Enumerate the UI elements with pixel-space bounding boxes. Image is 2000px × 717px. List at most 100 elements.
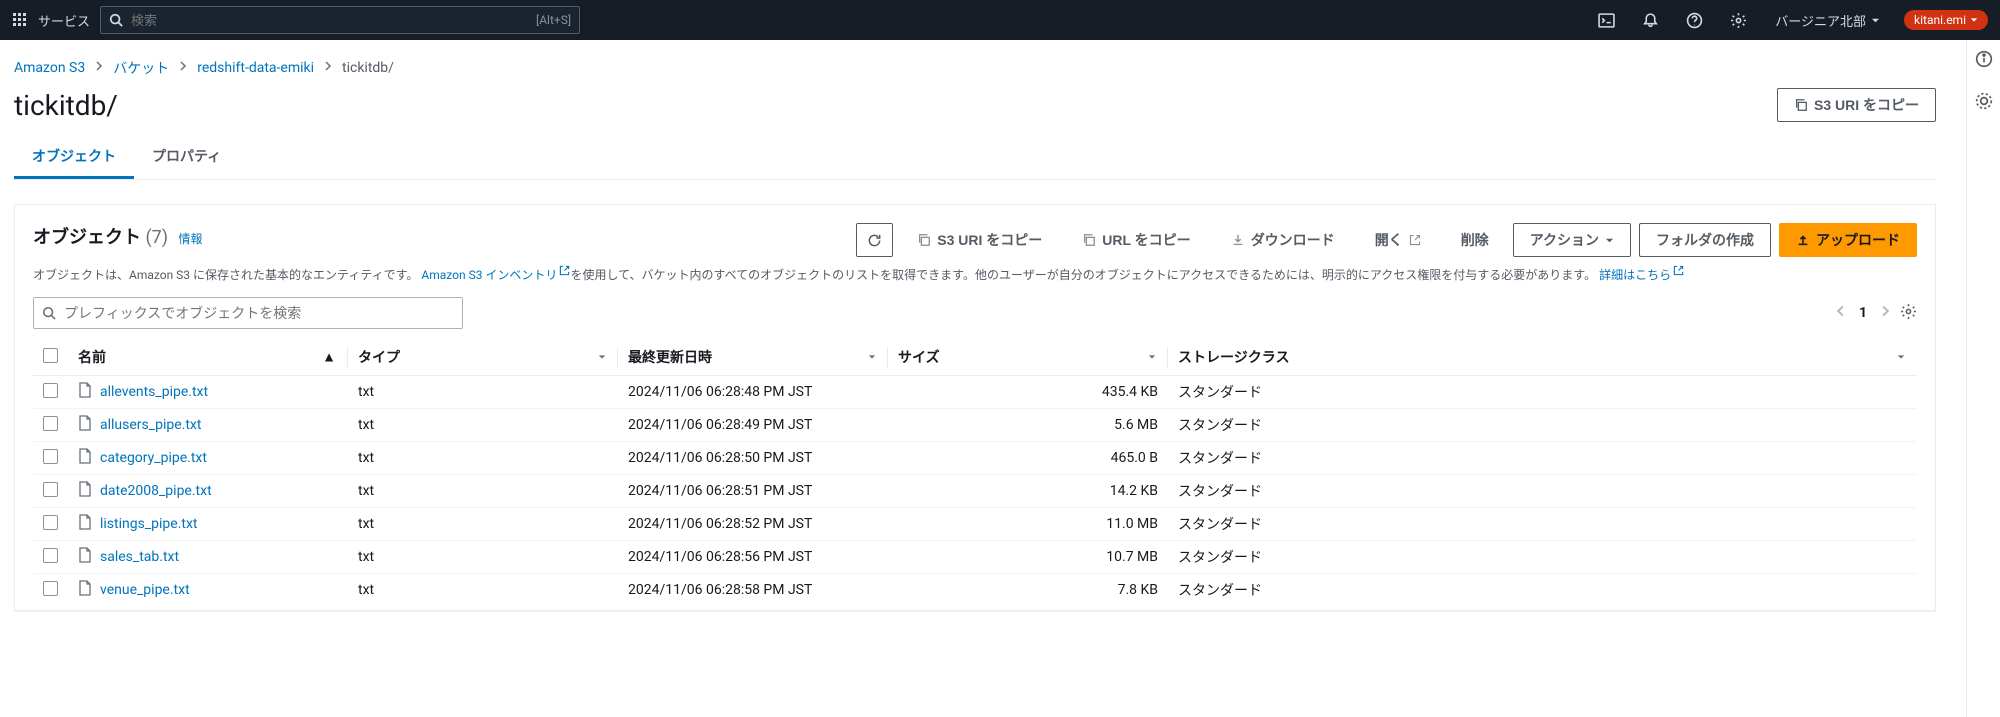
row-checkbox[interactable] (43, 581, 58, 596)
global-search-input[interactable] (131, 13, 536, 28)
delete-button[interactable]: 削除 (1445, 223, 1505, 257)
panel-description: オブジェクトは、Amazon S3 に保存された基本的なエンティティです。 Am… (33, 263, 1917, 285)
object-name-link[interactable]: allusers_pipe.txt (100, 417, 201, 433)
object-name-link[interactable]: allevents_pipe.txt (100, 384, 208, 400)
page-prev[interactable] (1836, 304, 1845, 322)
object-name-link[interactable]: date2008_pipe.txt (100, 483, 212, 499)
prefix-search-input[interactable] (64, 305, 454, 321)
file-icon (78, 514, 92, 534)
col-type[interactable]: タイプ (348, 339, 618, 376)
chevron-right-icon (179, 60, 187, 76)
breadcrumb: Amazon S3 バケット redshift-data-emiki ticki… (14, 58, 1936, 78)
tab-properties[interactable]: プロパティ (134, 136, 239, 179)
copy-url-button[interactable]: URL をコピー (1066, 223, 1206, 257)
right-help-rail (1966, 40, 2000, 717)
row-checkbox[interactable] (43, 383, 58, 398)
sort-icon (1148, 349, 1156, 365)
global-search[interactable]: [Alt+S] (100, 6, 580, 34)
caret-down-icon (1605, 236, 1614, 245)
col-last-modified[interactable]: 最終更新日時 (618, 339, 888, 376)
object-last-modified: 2024/11/06 06:28:56 PM JST (618, 541, 888, 574)
region-selector[interactable]: バージニア北部 (1765, 11, 1890, 30)
copy-s3-uri-toolbar-button[interactable]: S3 URI をコピー (901, 223, 1058, 257)
settings-icon[interactable] (1721, 0, 1755, 40)
help-icon[interactable] (1677, 0, 1711, 40)
object-name-link[interactable]: sales_tab.txt (100, 549, 179, 565)
pagination: 1 (1836, 304, 1890, 322)
object-last-modified: 2024/11/06 06:28:51 PM JST (618, 475, 888, 508)
table-row: category_pipe.txttxt2024/11/06 06:28:50 … (33, 442, 1917, 475)
object-size: 10.7 MB (888, 541, 1168, 574)
inventory-link[interactable]: Amazon S3 インベントリ (421, 268, 570, 282)
services-grid-icon[interactable] (12, 12, 28, 28)
sort-icon (598, 349, 606, 365)
external-link-icon (1673, 263, 1684, 282)
object-last-modified: 2024/11/06 06:28:52 PM JST (618, 508, 888, 541)
object-name-link[interactable]: category_pipe.txt (100, 450, 207, 466)
create-folder-button[interactable]: フォルダの作成 (1639, 223, 1771, 257)
table-row: date2008_pipe.txttxt2024/11/06 06:28:51 … (33, 475, 1917, 508)
refresh-button[interactable] (856, 223, 893, 257)
page-next[interactable] (1881, 304, 1890, 322)
table-row: sales_tab.txt txt2024/11/06 06:28:56 PM J… (33, 541, 1917, 574)
tab-objects[interactable]: オブジェクト (14, 136, 134, 179)
copy-s3-uri-button[interactable]: S3 URI をコピー (1777, 88, 1936, 122)
actions-menu-button[interactable]: アクション (1513, 223, 1631, 257)
search-icon (42, 306, 56, 320)
row-checkbox[interactable] (43, 416, 58, 431)
row-checkbox[interactable] (43, 449, 58, 464)
object-storage-class: スタンダード (1168, 442, 1917, 475)
user-menu[interactable]: kitani.emi (1904, 10, 1988, 30)
prefix-search[interactable] (33, 297, 463, 329)
file-icon (78, 580, 92, 600)
object-last-modified: 2024/11/06 06:28:58 PM JST (618, 574, 888, 607)
file-icon (78, 481, 92, 501)
sort-icon (868, 349, 876, 365)
object-size: 465.0 B (888, 442, 1168, 475)
table-row: allusers_pipe.txt txt2024/11/06 06:28:49 … (33, 409, 1917, 442)
col-name[interactable]: 名前▲ (68, 339, 348, 376)
page-title: tickitdb/ (14, 89, 118, 122)
breadcrumb-buckets[interactable]: バケット (113, 58, 169, 78)
tabs: オブジェクト プロパティ (14, 136, 1936, 180)
object-storage-class: スタンダード (1168, 541, 1917, 574)
cloudshell-icon[interactable] (1589, 0, 1623, 40)
info-link[interactable]: 情報 (179, 232, 203, 246)
object-name-link[interactable]: venue_pipe.txt (100, 582, 190, 598)
download-button[interactable]: ダウンロード (1215, 223, 1351, 257)
panel-header: オブジェクト (7) 情報 S3 URI をコピー URL をコピー (33, 223, 1917, 257)
table-row: venue_pipe.txttxt2024/11/06 06:28:58 PM … (33, 574, 1917, 607)
open-button[interactable]: 開く (1359, 223, 1437, 257)
refresh-icon (867, 233, 882, 248)
diagnostics-rail-icon[interactable] (1975, 92, 1993, 114)
learn-more-link[interactable]: 詳細はこちら (1599, 268, 1684, 282)
user-name: kitani.emi (1914, 13, 1966, 27)
global-nav: サービス [Alt+S] バージニア北部 kitani.emi (0, 0, 2000, 40)
breadcrumb-current: tickitdb/ (342, 60, 394, 76)
object-type: txt (348, 541, 618, 574)
objects-panel: オブジェクト (7) 情報 S3 URI をコピー URL をコピー (14, 204, 1936, 611)
object-size: 435.4 KB (888, 376, 1168, 409)
notifications-icon[interactable] (1633, 0, 1667, 40)
row-checkbox[interactable] (43, 515, 58, 530)
object-type: txt (348, 409, 618, 442)
table-settings-button[interactable] (1900, 303, 1917, 324)
select-all-checkbox[interactable] (43, 348, 58, 363)
object-last-modified: 2024/11/06 06:28:48 PM JST (618, 376, 888, 409)
object-size: 5.6 MB (888, 409, 1168, 442)
col-storage-class[interactable]: ストレージクラス (1168, 339, 1917, 376)
table-header-row: 名前▲ タイプ 最終更新日時 サイズ ストレージクラス (33, 339, 1917, 376)
col-size[interactable]: サイズ (888, 339, 1168, 376)
info-rail-icon[interactable] (1975, 50, 1993, 72)
upload-button[interactable]: アップロード (1779, 223, 1917, 257)
breadcrumb-bucket-name[interactable]: redshift-data-emiki (197, 60, 314, 76)
object-name-link[interactable]: listings_pipe.txt (100, 516, 198, 532)
row-checkbox[interactable] (43, 548, 58, 563)
table-row: allevents_pipe.txttxt2024/11/06 06:28:48… (33, 376, 1917, 409)
sort-icon (1897, 349, 1905, 365)
filter-row: 1 (33, 297, 1917, 329)
object-last-modified: 2024/11/06 06:28:49 PM JST (618, 409, 888, 442)
breadcrumb-root[interactable]: Amazon S3 (14, 60, 85, 76)
services-label[interactable]: サービス (38, 11, 90, 30)
row-checkbox[interactable] (43, 482, 58, 497)
